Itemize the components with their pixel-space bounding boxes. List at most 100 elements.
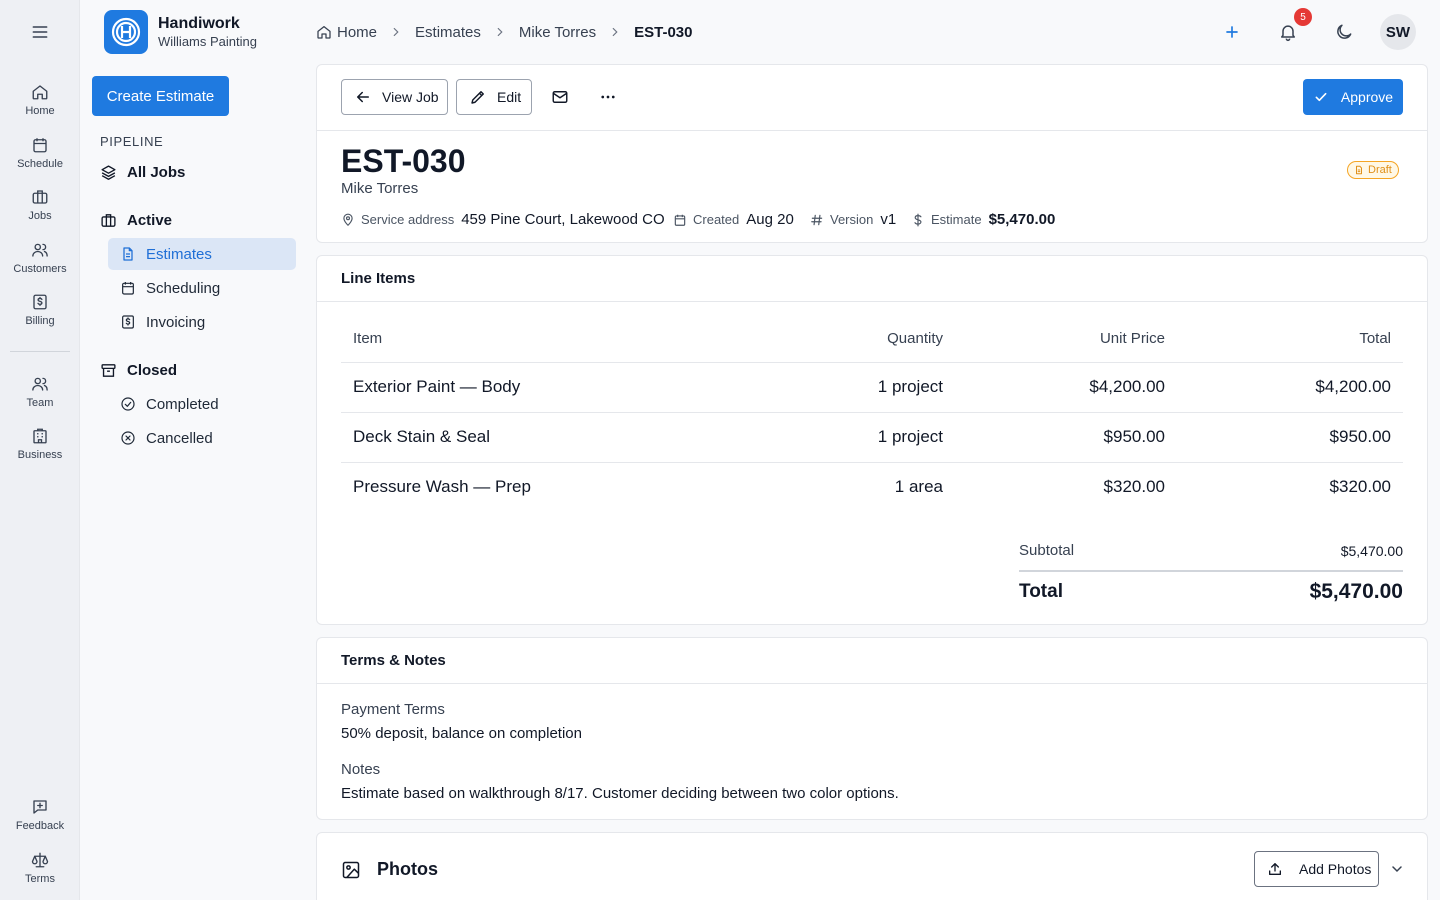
- col-item: Item: [341, 316, 733, 363]
- more-actions-button[interactable]: [599, 88, 617, 106]
- bell-icon: [1281, 25, 1295, 42]
- status-badge: Draft: [1347, 161, 1399, 179]
- approve-label: Approve: [1340, 89, 1394, 105]
- pipeline-section-label: PIPELINE: [100, 134, 164, 149]
- chevron-right-icon: [389, 25, 403, 39]
- meta-service-address: Service address 459 Pine Court, Lakewood…: [341, 211, 665, 228]
- cell-quantity: 1 project: [733, 362, 955, 413]
- col-quantity: Quantity: [733, 316, 955, 363]
- briefcase-icon: [101, 213, 116, 227]
- add-photos-button[interactable]: Add Photos: [1254, 851, 1379, 887]
- estimate-label: Estimate: [931, 212, 982, 227]
- version-label: Version: [830, 212, 874, 227]
- brand[interactable]: Handiwork Williams Painting: [104, 10, 257, 54]
- breadcrumb-home[interactable]: Home: [337, 24, 377, 41]
- notes-value: Estimate based on walkthrough 8/17. Cust…: [341, 785, 899, 802]
- rail-business[interactable]: Business: [0, 427, 80, 461]
- toolbar-divider: [317, 130, 1427, 131]
- email-button[interactable]: [551, 88, 569, 106]
- nav-item-invoicing[interactable]: Invoicing: [108, 306, 296, 338]
- breadcrumb-estimates[interactable]: Estimates: [415, 24, 481, 41]
- cell-unit-price: $4,200.00: [955, 362, 1177, 413]
- rail-terms-label: Terms: [25, 873, 55, 885]
- meta-estimate-total: Estimate $5,470.00: [911, 211, 1055, 228]
- rail-customers-label: Customers: [13, 263, 67, 275]
- nav-all-jobs[interactable]: All Jobs: [100, 162, 185, 182]
- rail-schedule[interactable]: Schedule: [0, 136, 80, 170]
- view-job-button[interactable]: View Job: [341, 79, 448, 115]
- rail-home-label: Home: [25, 105, 55, 117]
- terms-notes-header: Terms & Notes: [317, 638, 1427, 684]
- user-avatar[interactable]: SW: [1380, 14, 1416, 50]
- rail-customers[interactable]: Customers: [0, 241, 80, 275]
- calendar-icon: [122, 282, 134, 295]
- total-row: Total $5,470.00: [1019, 580, 1403, 604]
- nav-closed-group[interactable]: Closed: [100, 360, 177, 380]
- rail-feedback[interactable]: Feedback: [0, 798, 80, 832]
- cell-total: $4,200.00: [1177, 362, 1403, 413]
- pencil-icon: [471, 91, 484, 104]
- theme-toggle-button[interactable]: [1334, 20, 1354, 44]
- cell-item: Deck Stain & Seal: [341, 412, 733, 463]
- cell-total: $950.00: [1177, 412, 1403, 463]
- rail-jobs-label: Jobs: [28, 210, 52, 222]
- home-icon: [317, 26, 331, 39]
- rail-schedule-label: Schedule: [17, 158, 63, 170]
- rail-feedback-label: Feedback: [15, 820, 65, 832]
- sidebar: Handiwork Williams Painting Create Estim…: [80, 0, 310, 900]
- building-icon: [33, 428, 47, 444]
- notification-badge: 5: [1294, 8, 1312, 26]
- service-address-value: 459 Pine Court, Lakewood CO: [461, 211, 665, 228]
- service-address-label: Service address: [361, 212, 455, 227]
- rail-jobs[interactable]: Jobs: [0, 188, 80, 222]
- cell-quantity: 1 project: [733, 412, 955, 463]
- col-total: Total: [1177, 316, 1403, 363]
- nav-item-estimates[interactable]: Estimates: [108, 238, 296, 270]
- nav-active-group[interactable]: Active: [100, 210, 172, 230]
- nav-item-cancelled-label: Cancelled: [146, 429, 213, 447]
- nav-item-scheduling[interactable]: Scheduling: [108, 272, 296, 304]
- breadcrumb-customer[interactable]: Mike Torres: [519, 24, 596, 41]
- create-estimate-button[interactable]: Create Estimate: [92, 76, 229, 116]
- nav-item-completed[interactable]: Completed: [108, 388, 296, 420]
- nav-all-jobs-label: All Jobs: [127, 163, 186, 181]
- photos-title: Photos: [377, 859, 438, 879]
- dollar-document-icon: [122, 315, 134, 329]
- brand-logo: [104, 10, 148, 54]
- notifications-button[interactable]: [1278, 20, 1298, 44]
- add-button[interactable]: [1222, 20, 1242, 44]
- total-value: $5,470.00: [1309, 580, 1403, 603]
- table-row: Deck Stain & Seal 1 project $950.00 $950…: [341, 412, 1403, 463]
- rail-business-label: Business: [17, 449, 63, 461]
- rail-terms[interactable]: Terms: [0, 851, 80, 885]
- terms-notes-title: Terms & Notes: [341, 652, 446, 669]
- rail-home[interactable]: Home: [0, 83, 80, 117]
- photos-expand-toggle[interactable]: [1389, 861, 1405, 877]
- rail-billing[interactable]: Billing: [0, 293, 80, 327]
- edit-button[interactable]: Edit: [456, 79, 532, 115]
- add-photos-label: Add Photos: [1299, 861, 1372, 877]
- brand-subtitle: Williams Painting: [158, 34, 257, 49]
- nav-item-completed-label: Completed: [146, 395, 219, 413]
- approve-button[interactable]: Approve: [1303, 79, 1403, 115]
- dollar-document-icon: [33, 294, 47, 310]
- rail-team-label: Team: [26, 397, 54, 409]
- line-items-title: Line Items: [341, 270, 416, 287]
- menu-toggle-button[interactable]: [0, 22, 80, 42]
- nav-item-cancelled[interactable]: Cancelled: [108, 422, 296, 454]
- rail-team[interactable]: Team: [0, 375, 80, 409]
- rail-divider: [10, 351, 70, 352]
- x-circle-icon: [121, 431, 135, 445]
- table-row: Pressure Wash — Prep 1 area $320.00 $320…: [341, 462, 1403, 512]
- rail-billing-label: Billing: [25, 315, 55, 327]
- nav-item-scheduling-label: Scheduling: [146, 279, 221, 297]
- users-icon: [32, 243, 48, 257]
- col-unit-price: Unit Price: [955, 316, 1177, 363]
- chevron-down-icon: [1392, 866, 1402, 873]
- table-row: Exterior Paint — Body 1 project $4,200.0…: [341, 362, 1403, 413]
- nav-closed-label: Closed: [127, 361, 178, 379]
- image-icon: [341, 860, 361, 880]
- hamburger-icon: [32, 26, 48, 38]
- subtotal-label: Subtotal: [1019, 542, 1075, 559]
- plus-icon: [1226, 26, 1238, 38]
